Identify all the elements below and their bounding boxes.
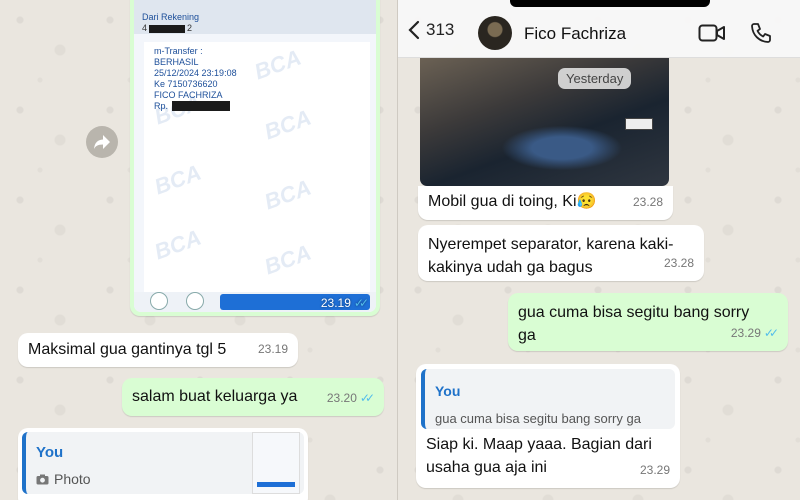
message-text: usaha gua aja ini [426, 459, 547, 476]
quote-text: gua cuma bisa segitu bang sorry ga [435, 411, 641, 426]
message-text: kakinya udah ga bagus [428, 259, 593, 276]
quote-text: Photo [54, 471, 91, 487]
message-text: Siap ki. Maap yaaa. Bagian dari [426, 436, 652, 453]
receipt-paper: BCA BCA BCA BCA BCA BCA BCA m-Transfer :… [144, 42, 370, 302]
receipt-line: Rp. [154, 101, 169, 111]
receipt-line: FICO FACHRIZA [154, 90, 223, 100]
outgoing-message[interactable]: salam buat keluarga ya 23.20 ✓✓ [122, 378, 384, 416]
video-call-icon[interactable] [698, 23, 726, 43]
message-meta: 23.29 ✓✓ [731, 322, 779, 345]
contact-avatar[interactable] [478, 16, 512, 50]
read-ticks-icon: ✓✓ [353, 296, 369, 310]
quote-thumbnail [252, 432, 300, 494]
bca-watermark: BCA [260, 174, 315, 215]
receipt-line: Ke 7150736620 [154, 79, 218, 89]
message-meta: 23.28 [632, 195, 663, 209]
message-text: Mobil gua di toing, Ki😥 [428, 193, 597, 210]
camera-icon [36, 474, 49, 485]
left-chat-pane: Dari Rekening 42 BCA BCA BCA BCA BCA BCA… [0, 0, 398, 500]
incoming-message[interactable]: Nyerempet separator, karena kaki- kakiny… [418, 225, 704, 281]
receipt-screenshot: Dari Rekening 42 BCA BCA BCA BCA BCA BCA… [134, 0, 376, 312]
share-circle-icon [150, 292, 168, 310]
bca-watermark: BCA [250, 44, 305, 85]
message-meta: 23.19 ✓✓ [321, 296, 369, 310]
message-meta: 23.20 ✓✓ [327, 387, 375, 410]
incoming-message[interactable]: Maksimal gua gantinya tgl 5 23.19 [18, 333, 298, 367]
receipt-account: 42 [142, 23, 193, 33]
forward-button[interactable] [86, 126, 118, 158]
message-meta: 23.19 [257, 342, 288, 356]
unread-count: 313 [426, 20, 455, 39]
phone-icon[interactable] [750, 22, 772, 44]
download-circle-icon [186, 292, 204, 310]
bca-watermark: BCA [150, 224, 205, 265]
message-text: salam buat keluarga ya [132, 388, 298, 405]
back-chevron-icon [408, 20, 420, 40]
bca-watermark: BCA [260, 239, 315, 280]
receipt-from-label: Dari Rekening [142, 12, 200, 22]
bca-watermark: BCA [150, 159, 205, 200]
outgoing-message[interactable]: gua cuma bisa segitu bang sorry ga 23.29… [508, 293, 788, 351]
car-damage-photo[interactable] [420, 58, 669, 186]
incoming-reply-message[interactable]: You gua cuma bisa segitu bang sorry ga S… [416, 364, 680, 488]
bca-watermark: BCA [260, 104, 315, 145]
quote-author: You [435, 383, 461, 399]
receipt-line: BERHASIL [154, 57, 199, 67]
incoming-reply-message[interactable]: You Photo [18, 428, 308, 500]
read-ticks-icon: ✓✓ [763, 326, 779, 340]
chat-header: 313 Fico Fachriza [398, 0, 800, 58]
quoted-photo-reply[interactable]: You Photo [22, 432, 304, 494]
forwarded-receipt-image[interactable]: Dari Rekening 42 BCA BCA BCA BCA BCA BCA… [130, 0, 380, 316]
message-text: Nyerempet separator, karena kaki- [428, 236, 674, 253]
redaction-bar [172, 101, 230, 111]
right-chat-pane: Yesterday 313 Fico Fachriza Mobil gua di… [398, 0, 800, 500]
quoted-message[interactable]: You gua cuma bisa segitu bang sorry ga [421, 369, 675, 429]
forward-icon [94, 135, 110, 149]
incoming-photo-caption[interactable]: Mobil gua di toing, Ki😥 23.28 [418, 186, 673, 220]
contact-name[interactable]: Fico Fachriza [524, 24, 626, 44]
receipt-line: m-Transfer : [154, 46, 203, 56]
message-text: Maksimal gua gantinya tgl 5 [28, 341, 227, 358]
message-meta: 23.29 [639, 463, 670, 477]
back-button[interactable]: 313 [408, 20, 454, 40]
message-meta: 23.28 [663, 256, 694, 270]
date-chip: Yesterday [558, 68, 632, 89]
receipt-line: 25/12/2024 23:19:08 [154, 68, 237, 78]
read-ticks-icon: ✓✓ [359, 391, 375, 405]
message-text: gua cuma bisa segitu bang sorry [518, 304, 750, 321]
